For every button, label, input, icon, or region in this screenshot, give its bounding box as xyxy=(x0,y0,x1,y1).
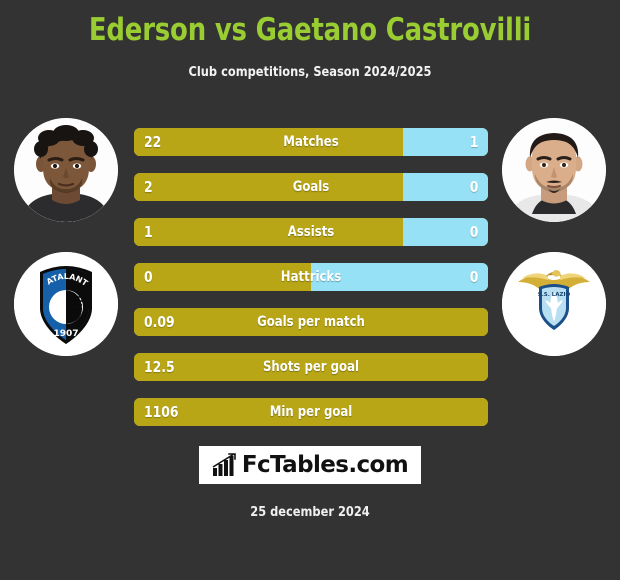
page-title: Ederson vs Gaetano Castrovilli xyxy=(88,12,532,48)
stats-list: 22 Matches 1 2 Goals 0 1 Assists 0 0 Hat… xyxy=(134,128,488,443)
home-stat-value: 0 xyxy=(144,268,153,286)
stat-row: 22 Matches 1 xyxy=(134,128,488,156)
home-bar-fill xyxy=(134,218,404,246)
home-player-avatar xyxy=(14,118,118,222)
home-stat-value: 1 xyxy=(144,223,153,241)
away-bar-fill xyxy=(311,263,488,291)
stat-row: 0.09 Goals per match xyxy=(134,308,488,336)
home-player-column: ATALANTA 1907 xyxy=(14,118,118,368)
player-photo-icon xyxy=(502,118,606,222)
fctables-logo[interactable]: FcTables.com xyxy=(199,446,421,484)
away-stat-value: 0 xyxy=(469,268,478,286)
home-club-badge: ATALANTA 1907 xyxy=(14,252,118,356)
atalanta-crest-icon: ATALANTA 1907 xyxy=(14,252,118,356)
stat-row: 0 Hattricks 0 xyxy=(134,263,488,291)
home-stat-value: 22 xyxy=(144,133,162,151)
stats-comparison-page: Ederson vs Gaetano Castrovilli Club comp… xyxy=(0,0,620,580)
home-bar-fill xyxy=(134,263,311,291)
away-club-badge: S.S. LAZIO xyxy=(502,252,606,356)
away-player-avatar xyxy=(502,118,606,222)
away-stat-value: 1 xyxy=(469,133,478,151)
home-stat-value: 1106 xyxy=(144,403,179,421)
player-photo-icon xyxy=(14,118,118,222)
home-bar-fill xyxy=(134,173,404,201)
away-stat-value: 0 xyxy=(469,223,478,241)
home-stat-value: 2 xyxy=(144,178,153,196)
home-bar-fill xyxy=(134,308,488,336)
lazio-crest-icon: S.S. LAZIO xyxy=(502,252,606,356)
fctables-logo-text: FcTables.com xyxy=(241,452,409,478)
away-player-column: S.S. LAZIO xyxy=(502,118,606,368)
stat-row: 12.5 Shots per goal xyxy=(134,353,488,381)
svg-text:S.S. LAZIO: S.S. LAZIO xyxy=(538,292,571,298)
home-bar-fill xyxy=(134,128,404,156)
report-date: 25 december 2024 xyxy=(250,504,370,520)
home-bar-fill xyxy=(134,353,488,381)
bar-chart-growth-icon xyxy=(212,453,236,476)
home-bar-fill xyxy=(134,398,488,426)
home-stat-value: 0.09 xyxy=(144,313,175,331)
stat-row: 1 Assists 0 xyxy=(134,218,488,246)
stat-row: 1106 Min per goal xyxy=(134,398,488,426)
page-subtitle: Club competitions, Season 2024/2025 xyxy=(188,64,432,80)
home-stat-value: 12.5 xyxy=(144,358,175,376)
stat-row: 2 Goals 0 xyxy=(134,173,488,201)
svg-text:1907: 1907 xyxy=(53,329,78,339)
away-stat-value: 0 xyxy=(469,178,478,196)
